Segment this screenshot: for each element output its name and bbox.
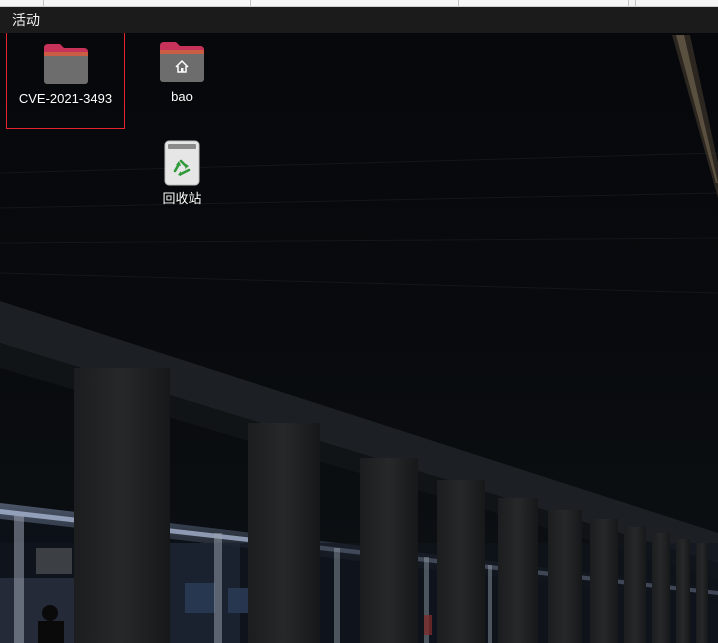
desktop-icon-label: bao xyxy=(171,89,193,104)
strip-divider xyxy=(43,0,44,6)
top-bar: 活动 xyxy=(0,7,718,33)
strip-divider xyxy=(458,0,459,6)
home-folder-icon xyxy=(160,42,204,82)
desktop-icon-cve-folder[interactable]: CVE-2021-3493 xyxy=(6,17,125,129)
desktop-screen: 活动 CVE-2021-3493 bao 回收站 xyxy=(0,0,718,643)
desktop-icon-label: 回收站 xyxy=(162,191,202,206)
strip-divider xyxy=(628,0,629,6)
strip-divider xyxy=(250,0,251,6)
desktop-icon-trash[interactable]: 回收站 xyxy=(132,140,232,207)
window-edge-strip xyxy=(0,0,718,7)
desktop-icon-home-folder[interactable]: bao xyxy=(132,40,232,105)
activities-button[interactable]: 活动 xyxy=(4,7,48,33)
desktop-icon-label: CVE-2021-3493 xyxy=(18,91,113,106)
trash-icon xyxy=(164,140,200,186)
strip-divider xyxy=(635,0,636,6)
folder-icon xyxy=(43,44,88,84)
